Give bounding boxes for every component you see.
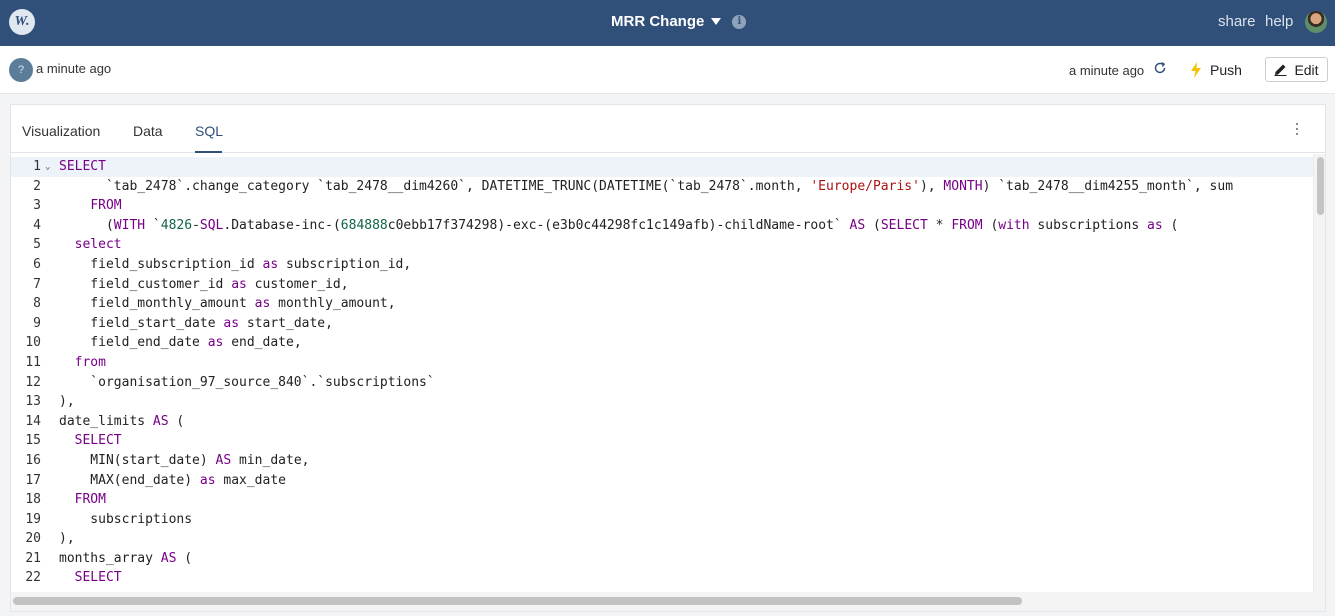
pencil-icon [1274,64,1287,76]
code-line[interactable]: months_array AS ( [59,549,1233,569]
line-number: 2 [33,178,41,194]
app-logo[interactable]: W. [9,9,35,35]
push-label: Push [1210,62,1242,78]
line-number: 20 [25,531,41,547]
code-line[interactable]: `organisation_97_source_840`.`subscripti… [59,373,1233,393]
line-number: 14 [25,413,41,429]
tab-visualization[interactable]: Visualization [22,123,100,139]
line-number: 11 [25,354,41,370]
line-number: 18 [25,492,41,508]
top-navigation-bar: W. MRR Change i share help [0,0,1335,46]
code-line[interactable]: field_end_date as end_date, [59,333,1233,353]
share-link[interactable]: share [1218,13,1256,30]
last-refresh-label: a minute ago [1069,63,1145,78]
edit-button[interactable]: Edit [1265,57,1328,82]
vertical-scroll-thumb[interactable] [1317,157,1324,215]
line-number: 5 [33,237,41,253]
code-line[interactable]: SELECT [59,431,1233,451]
sub-header: ? a minute ago a minute ago Push Edit [0,46,1335,94]
author-avatar[interactable]: ? [9,58,33,82]
code-line[interactable]: field_monthly_amount as monthly_amount, [59,294,1233,314]
edit-label: Edit [1294,61,1319,78]
code-line[interactable]: FROM [59,196,1233,216]
line-number: 19 [25,511,41,527]
code-line[interactable]: SELECT [59,157,1233,177]
last-updated-label: a minute ago [36,61,112,76]
tab-data[interactable]: Data [133,123,163,139]
user-avatar[interactable] [1305,11,1327,33]
fold-chevron-icon[interactable]: ⌄ [45,162,50,172]
code-line[interactable]: field_customer_id as customer_id, [59,275,1233,295]
dashboard-title-menu[interactable]: MRR Change i [611,13,747,30]
active-tab-indicator [195,151,222,153]
line-number: 13 [25,394,41,410]
code-line[interactable]: FROM [59,490,1233,510]
page-title[interactable]: MRR Change [611,13,704,30]
code-line[interactable]: ), [59,529,1233,549]
line-number: 7 [33,276,41,292]
code-line[interactable]: ), [59,392,1233,412]
line-number: 21 [25,550,41,566]
horizontal-scrollbar[interactable] [11,592,1325,611]
code-line[interactable]: from [59,353,1233,373]
code-line[interactable]: `tab_2478`.change_category `tab_2478__di… [59,177,1233,197]
tab-bar: Visualization Data SQL [11,105,1325,153]
code-line[interactable]: field_subscription_id as subscription_id… [59,255,1233,275]
chevron-down-icon[interactable] [711,18,722,25]
line-number: 10 [25,335,41,351]
line-number: 22 [25,570,41,586]
horizontal-scroll-thumb[interactable] [13,597,1022,605]
line-number-gutter: 1 2 3 4 5 6 7 8 9 10 11 12 13 14 15 16 17 18 19 20 21 22 [11,157,55,588]
tab-sql[interactable]: SQL [195,123,223,139]
code-line[interactable]: select [59,235,1233,255]
line-number: 8 [33,296,41,312]
query-panel: Visualization Data SQL 1 2 3 4 5 6 7 8 9 10 11 12 13… [10,104,1326,612]
refresh-icon[interactable] [1153,61,1167,75]
help-link[interactable]: help [1265,13,1293,30]
push-button[interactable]: Push [1190,58,1242,82]
code-line[interactable]: MAX(end_date) as max_date [59,471,1233,491]
sql-code[interactable]: SELECT `tab_2478`.change_category `tab_2… [59,157,1233,588]
line-number: 9 [33,315,41,331]
line-number: 4 [33,217,41,233]
line-number: 15 [25,433,41,449]
code-line[interactable]: field_start_date as start_date, [59,314,1233,334]
line-number: 3 [33,198,41,214]
code-line[interactable]: date_limits AS ( [59,412,1233,432]
line-number: 12 [25,374,41,390]
line-number: 17 [25,472,41,488]
code-line[interactable]: (WITH `4826-SQL.Database-inc-(684888c0eb… [59,216,1233,236]
more-options-icon[interactable] [1295,123,1299,137]
line-number: 6 [33,256,41,272]
info-icon[interactable]: i [732,14,747,29]
code-line[interactable]: SELECT [59,568,1233,588]
line-number: 16 [25,452,41,468]
lightning-icon [1191,62,1201,78]
code-line[interactable]: MIN(start_date) AS min_date, [59,451,1233,471]
code-line[interactable]: subscriptions [59,510,1233,530]
vertical-scrollbar[interactable] [1313,154,1325,592]
sql-editor[interactable]: 1 2 3 4 5 6 7 8 9 10 11 12 13 14 15 16 17 18 19 20 21 22 ⌄ SE… [11,154,1313,592]
